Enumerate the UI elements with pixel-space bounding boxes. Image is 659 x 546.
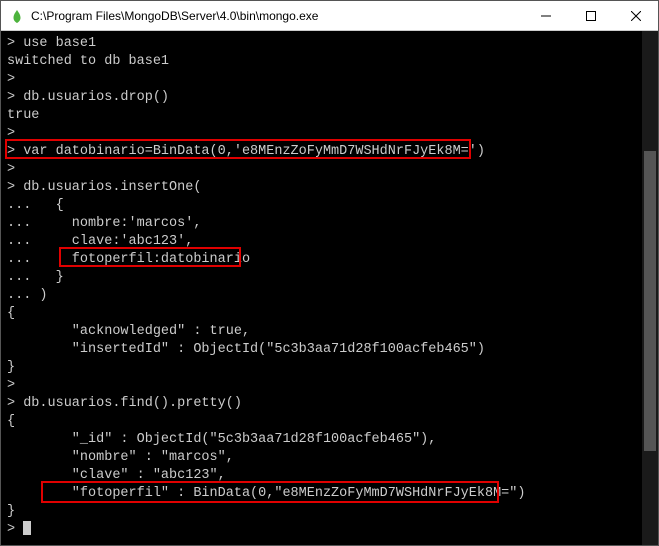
mongodb-icon — [9, 8, 25, 24]
cursor — [23, 521, 31, 535]
terminal-line: "acknowledged" : true, — [7, 323, 652, 341]
terminal-line: switched to db base1 — [7, 53, 652, 71]
terminal-line: > db.usuarios.find().pretty() — [7, 395, 652, 413]
terminal-line: > use base1 — [7, 35, 652, 53]
terminal-line: ... ) — [7, 287, 652, 305]
terminal-line: > — [7, 125, 652, 143]
maximize-button[interactable] — [568, 1, 613, 30]
app-window: C:\Program Files\MongoDB\Server\4.0\bin\… — [0, 0, 659, 546]
terminal[interactable]: > use base1switched to db base1>> db.usu… — [1, 31, 658, 545]
minimize-button[interactable] — [523, 1, 568, 30]
terminal-line: "fotoperfil" : BinData(0,"e8MEnzZoFyMmD7… — [7, 485, 652, 503]
terminal-line: ... } — [7, 269, 652, 287]
terminal-line: > — [7, 521, 652, 539]
close-button[interactable] — [613, 1, 658, 30]
terminal-line: ... { — [7, 197, 652, 215]
terminal-line: { — [7, 305, 652, 323]
terminal-line: } — [7, 359, 652, 377]
terminal-line: ... nombre:'marcos', — [7, 215, 652, 233]
terminal-line: ... clave:'abc123', — [7, 233, 652, 251]
terminal-line: > db.usuarios.drop() — [7, 89, 652, 107]
terminal-line: "nombre" : "marcos", — [7, 449, 652, 467]
scrollbar[interactable] — [642, 31, 658, 545]
terminal-line: true — [7, 107, 652, 125]
terminal-line: "clave" : "abc123", — [7, 467, 652, 485]
terminal-line: > — [7, 71, 652, 89]
terminal-line: > — [7, 161, 652, 179]
terminal-line: ... fotoperfil:datobinario — [7, 251, 652, 269]
terminal-content: > use base1switched to db base1>> db.usu… — [7, 35, 652, 539]
terminal-line: } — [7, 503, 652, 521]
terminal-line: > db.usuarios.insertOne( — [7, 179, 652, 197]
scrollbar-thumb[interactable] — [644, 151, 656, 451]
titlebar[interactable]: C:\Program Files\MongoDB\Server\4.0\bin\… — [1, 1, 658, 31]
window-controls — [523, 1, 658, 30]
terminal-line: "_id" : ObjectId("5c3b3aa71d28f100acfeb4… — [7, 431, 652, 449]
window-title: C:\Program Files\MongoDB\Server\4.0\bin\… — [31, 9, 523, 23]
terminal-line: { — [7, 413, 652, 431]
terminal-line: > — [7, 377, 652, 395]
terminal-line: > var datobinario=BinData(0,'e8MEnzZoFyM… — [7, 143, 652, 161]
terminal-line: "insertedId" : ObjectId("5c3b3aa71d28f10… — [7, 341, 652, 359]
